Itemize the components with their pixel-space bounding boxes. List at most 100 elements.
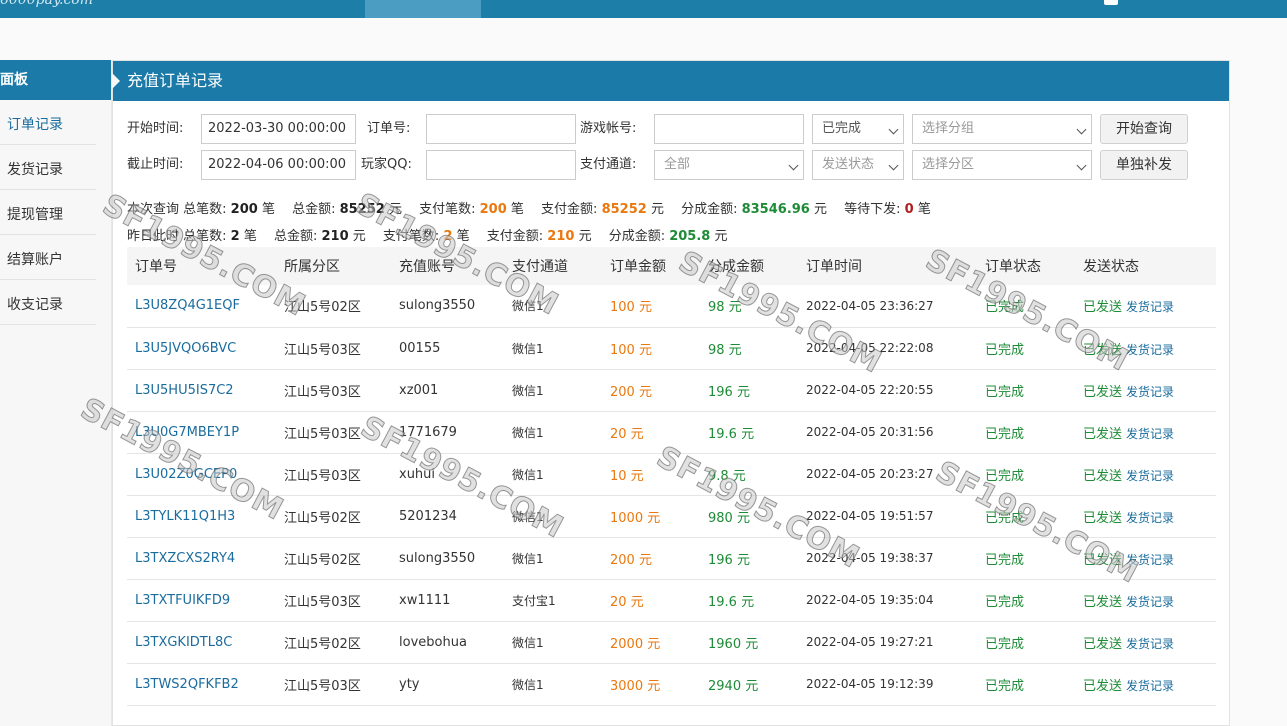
delivery-log-link[interactable]: 发货记录 <box>1126 637 1174 651</box>
order-amount-cell: 10 元 <box>610 468 644 484</box>
pay-channel-cell: 微信1 <box>512 551 544 566</box>
order-status-cell: 已完成 <box>985 300 1025 316</box>
send-status-select[interactable]: 发送状态 <box>812 150 904 180</box>
order-number-link[interactable]: L3U02Z0GCEP0 <box>127 453 276 495</box>
account-cell: yty <box>399 676 420 692</box>
order-status-cell: 已完成 <box>985 384 1025 400</box>
col-pay-channel[interactable]: 支付通道 <box>504 247 602 285</box>
order-time-cell: 2022-04-05 19:51:57 <box>806 509 934 523</box>
stats-current-pending-label: 元 等待下发: <box>814 202 901 217</box>
game-account-input[interactable] <box>654 114 804 144</box>
pay-channel-cell: 微信1 <box>512 383 544 398</box>
col-share-amount[interactable]: 分成金额 <box>700 247 798 285</box>
page-title: 充值订单记录 <box>127 71 224 90</box>
stats-current-share-amount: 83546.96 <box>741 202 810 217</box>
pay-channel-cell: 微信1 <box>512 341 544 356</box>
col-zone[interactable]: 所属分区 <box>276 247 391 285</box>
order-number-link[interactable]: L3TWS2QFKFB2 <box>127 663 276 705</box>
send-status-cell: 已发送 发货记录 <box>1075 369 1216 411</box>
sidebar-item-withdraw-management[interactable]: 提现管理 <box>0 190 96 235</box>
delivery-log-link[interactable]: 发货记录 <box>1126 427 1174 441</box>
delivery-log-link[interactable]: 发货记录 <box>1126 511 1174 525</box>
delivery-log-link[interactable]: 发货记录 <box>1126 300 1174 314</box>
game-account-label: 游戏帐号: <box>580 121 637 136</box>
pay-channel-label: 支付通道: <box>580 157 637 172</box>
pay-channel-cell: 微信1 <box>512 509 544 524</box>
delivery-log-link[interactable]: 发货记录 <box>1126 385 1174 399</box>
sent-status-text: 已发送 <box>1083 384 1123 400</box>
order-time-cell: 2022-04-05 19:12:39 <box>806 677 934 691</box>
account-cell: xz001 <box>399 382 439 398</box>
sent-status-text: 已发送 <box>1083 636 1123 652</box>
stats-current-prefix: 本次查询 总笔数: <box>127 202 227 217</box>
sidebar-item-order-records[interactable]: 订单记录 <box>0 100 96 145</box>
sidebar-item-delivery-records[interactable]: 发货记录 <box>0 145 96 190</box>
col-order-time[interactable]: 订单时间 <box>798 247 977 285</box>
order-number-link[interactable]: L3U5HU5IS7C2 <box>127 369 276 411</box>
orders-table: 订单号 所属分区 充值账号 支付通道 订单金额 分成金额 订单时间 订单状态 发… <box>127 247 1216 706</box>
share-amount-cell: 19.6 元 <box>708 426 755 442</box>
col-order-amount[interactable]: 订单金额 <box>602 247 700 285</box>
order-status-cell: 已完成 <box>985 426 1025 442</box>
zone-cell: 江山5号03区 <box>284 426 361 442</box>
account-cell: xw1111 <box>399 592 451 608</box>
active-nav-tab[interactable] <box>365 0 481 18</box>
zone-cell: 江山5号03区 <box>284 468 361 484</box>
start-query-button[interactable]: 开始查询 <box>1100 114 1188 144</box>
pay-channel-select[interactable]: 全部 <box>654 150 804 180</box>
stats-yesterday-paid-count: 2 <box>443 229 453 244</box>
order-amount-cell: 2000 元 <box>610 636 661 652</box>
delivery-log-link[interactable]: 发货记录 <box>1126 469 1174 483</box>
order-number-link[interactable]: L3TXTFUIKFD9 <box>127 579 276 621</box>
order-number-link[interactable]: L3TXZCXS2RY4 <box>127 537 276 579</box>
send-status-cell: 已发送 发货记录 <box>1075 495 1216 537</box>
order-number-link[interactable]: L3U8ZQ4G1EQF <box>127 285 276 327</box>
sidebar-item-income-expense[interactable]: 收支记录 <box>0 280 96 325</box>
share-amount-cell: 196 元 <box>708 384 750 400</box>
col-account[interactable]: 充值账号 <box>391 247 504 285</box>
order-number-input[interactable] <box>426 114 576 144</box>
delivery-log-link[interactable]: 发货记录 <box>1126 343 1174 357</box>
order-status-cell: 已完成 <box>985 342 1025 358</box>
send-status-cell: 已发送 发货记录 <box>1075 537 1216 579</box>
start-time-input[interactable]: 2022-03-30 00:00:00 <box>201 114 356 144</box>
share-amount-cell: 19.6 元 <box>708 594 755 610</box>
site-logo[interactable]: 6000pay.com <box>0 0 93 8</box>
end-time-input[interactable]: 2022-04-06 00:00:00 <box>201 150 356 180</box>
order-number-link[interactable]: L3TXGKIDTL8C <box>127 621 276 663</box>
sidebar-item-settlement-account[interactable]: 结算账户 <box>0 235 96 280</box>
delivery-log-link[interactable]: 发货记录 <box>1126 553 1174 567</box>
table-row: L3U0G7MBEY1P 江山5号03区 1771679 微信1 20 元 19.6 元 2… <box>127 411 1216 453</box>
stats-yesterday-total-amount-label: 笔 总金额: <box>243 229 318 244</box>
delivery-log-link[interactable]: 发货记录 <box>1126 595 1174 609</box>
order-status-cell: 已完成 <box>985 636 1025 652</box>
user-icon[interactable] <box>1104 0 1118 5</box>
col-send-status[interactable]: 发送状态 <box>1075 247 1216 285</box>
order-status-select[interactable]: 已完成 <box>812 114 904 144</box>
stats-yesterday: 昨日此时 总笔数: 2 笔 总金额: 210 元 支付笔数: 2 笔 支付金额:… <box>127 225 728 244</box>
order-status-cell: 已完成 <box>985 552 1025 568</box>
delivery-log-link[interactable]: 发货记录 <box>1126 679 1174 693</box>
share-amount-cell: 196 元 <box>708 552 750 568</box>
stats-current-pending-unit: 笔 <box>917 202 931 217</box>
col-order-number[interactable]: 订单号 <box>127 247 276 285</box>
table-row: L3U8ZQ4G1EQF 江山5号02区 sulong3550 微信1 100 元 98 … <box>127 285 1216 327</box>
stats-current-paid-amount: 85252 <box>601 202 647 217</box>
pay-channel-cell: 微信1 <box>512 677 544 692</box>
order-amount-cell: 100 元 <box>610 342 652 358</box>
zone-select[interactable]: 选择分区 <box>912 150 1092 180</box>
col-order-status[interactable]: 订单状态 <box>977 247 1075 285</box>
order-number-link[interactable]: L3U5JVQO6BVC <box>127 327 276 369</box>
order-number-link[interactable]: L3U0G7MBEY1P <box>127 411 276 453</box>
player-qq-input[interactable] <box>426 150 576 180</box>
order-number-link[interactable]: L3TYLK11Q1H3 <box>127 495 276 537</box>
chevron-down-icon <box>1076 124 1087 135</box>
stats-yesterday-share-amount: 205.8 <box>669 229 711 244</box>
group-select[interactable]: 选择分组 <box>912 114 1092 144</box>
table-header-row: 订单号 所属分区 充值账号 支付通道 订单金额 分成金额 订单时间 订单状态 发… <box>127 247 1216 285</box>
single-resend-button[interactable]: 单独补发 <box>1100 150 1188 180</box>
zone-cell: 江山5号02区 <box>284 300 361 316</box>
filter-row-2: 截止时间: 2022-04-06 00:00:00 玩家QQ: 支付通道: 全部… <box>127 150 1217 180</box>
sent-status-text: 已发送 <box>1083 678 1123 694</box>
start-time-label: 开始时间: <box>127 121 184 136</box>
